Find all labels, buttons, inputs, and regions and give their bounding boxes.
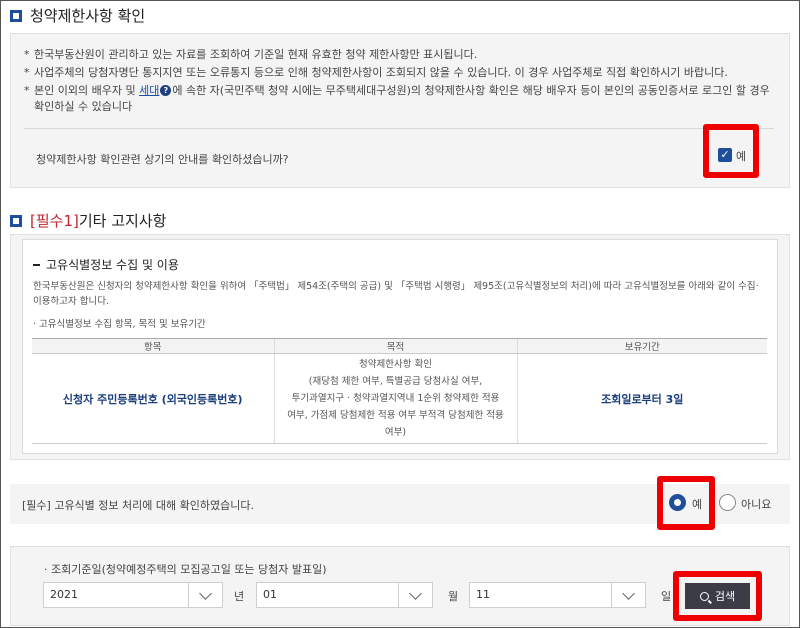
notice-divider xyxy=(24,128,774,129)
section-square-icon xyxy=(10,214,22,227)
cell-period: 조회일로부터 3일 xyxy=(516,353,767,444)
notice-line-3: * 본인 이외의 배우자 및 세대? 에 속한 자(국민주택 청약 시에는 무주택세… xyxy=(24,84,770,97)
section-title-notice: [필수1] 기타 고지사항 xyxy=(10,210,166,231)
table-caption: · 고유식별정보 수집 항목, 목적 및 보유기간 xyxy=(33,319,206,330)
search-button[interactable]: 검색 xyxy=(685,583,750,609)
col-header-purpose: 목적 xyxy=(273,338,517,354)
search-icon xyxy=(699,591,709,601)
id-info-intro-2: 이용하고자 합니다. xyxy=(33,296,109,307)
year-select[interactable]: 2021 xyxy=(43,582,223,608)
table-row: 신청자 주민등록번호 (외국인등록번호) 청약제한사항 확인 (재당첨 제한 여… xyxy=(32,353,767,444)
month-select[interactable]: 01 xyxy=(256,582,433,608)
notice-line-3-cont: 확인하실 수 있습니다 xyxy=(34,100,133,113)
radio-yes[interactable] xyxy=(669,494,686,511)
radio-no-label: 아니요 xyxy=(741,498,772,511)
chevron-down-icon xyxy=(188,583,222,607)
chevron-down-icon xyxy=(611,583,645,607)
col-header-period: 보유기간 xyxy=(516,338,767,354)
consent-text: [필수] 고유식별 정보 처리에 대해 확인하였습니다. xyxy=(22,499,254,512)
household-link[interactable]: 세대 xyxy=(139,84,159,97)
month-unit: 월 xyxy=(448,590,459,603)
help-icon[interactable]: ? xyxy=(160,85,172,96)
id-info-intro-1: 한국부동산원은 신청자의 청약제한사항 확인을 위하여 「주택법」 제54조(주… xyxy=(33,281,759,292)
chevron-down-icon xyxy=(398,583,432,607)
radio-no[interactable] xyxy=(719,494,736,511)
radio-yes-label: 예 xyxy=(692,498,703,511)
cell-item: 신청자 주민등록번호 (외국인등록번호) xyxy=(32,353,274,444)
col-header-item: 항목 xyxy=(32,338,274,354)
highlight-radio-box xyxy=(657,476,715,530)
search-label: · 조회기준일(청약예정주택의 모집공고일 또는 당첨자 발표일) xyxy=(44,563,327,576)
day-select[interactable]: 11 xyxy=(469,582,646,608)
year-unit: 년 xyxy=(234,590,245,603)
section-title-restriction: 청약제한사항 확인 xyxy=(10,5,145,26)
confirm-checkbox-label: 예 xyxy=(736,150,747,163)
confirm-checkbox[interactable]: ✓ xyxy=(718,148,732,162)
id-info-subtitle: 고유식별정보 수집 및 이용 xyxy=(33,256,179,273)
id-info-table: 항목 목적 보유기간 신청자 주민등록번호 (외국인등록번호) 청약제한사항 확… xyxy=(32,338,767,444)
day-unit: 일 xyxy=(661,590,672,603)
notice-line-2: * 사업주체의 당첨자명단 통지지연 또는 오류통지 등으로 인해 청약제한사항이… xyxy=(24,66,728,79)
notice-line-1: * 한국부동산원이 관리하고 있는 자료를 조회하여 기준일 현재 유효한 청약 … xyxy=(24,48,478,61)
section-square-icon xyxy=(10,9,22,22)
cell-purpose: 청약제한사항 확인 (재당첨 제한 여부, 특별공급 당첨사실 여부, 투기과열… xyxy=(273,353,517,444)
confirm-question: 청약제한사항 확인관련 상기의 안내를 확인하셨습니까? xyxy=(36,153,289,166)
section-title-text: 청약제한사항 확인 xyxy=(30,7,146,25)
